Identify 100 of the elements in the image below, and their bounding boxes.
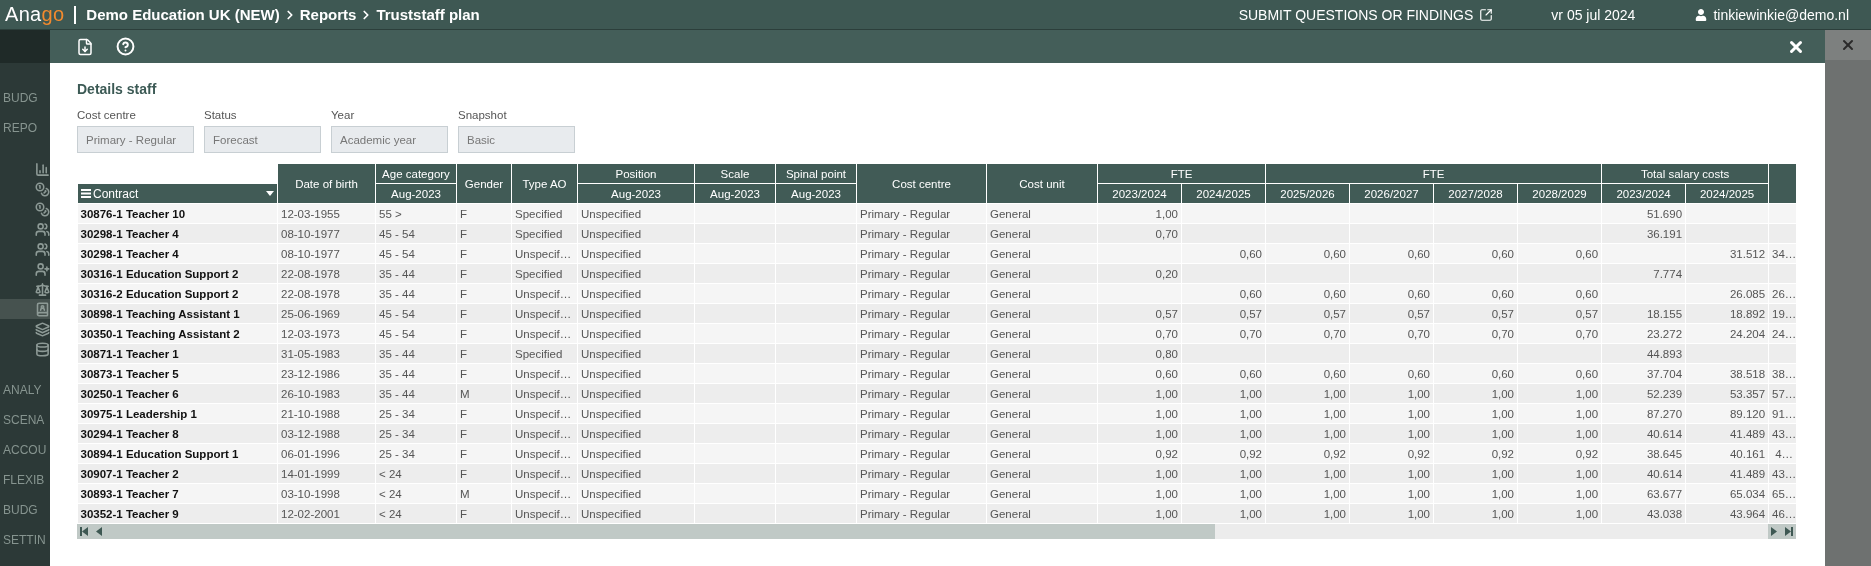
caret-icon[interactable] xyxy=(266,191,274,196)
table-cell: 43.964 xyxy=(1729,507,1766,520)
table-cell: 1,00 xyxy=(1155,487,1178,500)
download-button[interactable] xyxy=(76,37,94,56)
help-button[interactable] xyxy=(116,37,135,56)
skip-right-icon xyxy=(1784,527,1794,536)
table-cell: 1,00 xyxy=(1575,407,1599,420)
table-cell: < 24 xyxy=(379,507,402,520)
table-cell: 0,60 xyxy=(1323,367,1346,380)
table-cell: 1,00 xyxy=(1155,467,1178,480)
sidebar-item[interactable]: BUDG xyxy=(0,83,50,113)
close-button[interactable] xyxy=(1825,30,1871,60)
scroll-last-button[interactable] xyxy=(1782,524,1796,539)
breadcrumb-item[interactable]: Demo Education UK (NEW) xyxy=(86,6,280,23)
table-cell: Unspecif… xyxy=(515,287,572,300)
breadcrumb-item: Truststaff plan xyxy=(376,6,480,23)
logo[interactable]: Anago xyxy=(0,3,73,26)
table-cell: Primary - Regular xyxy=(860,407,951,420)
table-cell: 1,00 xyxy=(1575,467,1599,480)
table-cell: 1,00 xyxy=(1491,407,1514,420)
table-cell: 0,60 xyxy=(1575,247,1599,260)
table-cell: 26.085 xyxy=(1729,287,1766,300)
table-cell: Unspecified xyxy=(581,507,642,520)
user-name[interactable]: tinkiewinkie@demo.nl xyxy=(1713,6,1849,23)
table-cell: Primary - Regular xyxy=(860,367,951,380)
horizontal-scrollbar[interactable] xyxy=(77,524,1796,539)
table-cell: 0,92 xyxy=(1491,447,1514,460)
table-cell: Primary - Regular xyxy=(860,387,951,400)
table-cell: F xyxy=(460,267,468,280)
table-cell: 34… xyxy=(1772,247,1797,260)
column-header: Gender xyxy=(456,163,512,204)
column-header: Scale xyxy=(694,163,776,184)
table-cell: General xyxy=(990,327,1031,340)
table-cell: 18.892 xyxy=(1729,307,1766,320)
scroll-left-button[interactable] xyxy=(91,524,105,539)
sidebar-item[interactable]: ANALY xyxy=(0,375,50,405)
close-icon xyxy=(1840,37,1856,53)
sidebar-item[interactable]: REPO xyxy=(0,113,50,143)
table-cell: 30907-1 Teacher 2 xyxy=(80,467,179,480)
table-cell: 89.120 xyxy=(1729,407,1766,420)
table-cell: Unspecified xyxy=(581,227,642,240)
table-cell: Primary - Regular xyxy=(860,327,951,340)
table-cell: 25-06-1969 xyxy=(281,307,340,320)
table-cell: 25 - 34 xyxy=(379,427,415,440)
filter-label: Status xyxy=(204,109,238,121)
sidebar-icon xyxy=(35,301,50,317)
sidebar-item[interactable]: BUDG xyxy=(0,495,50,525)
table-cell: 08-10-1977 xyxy=(281,247,340,260)
table-cell: General xyxy=(990,387,1031,400)
table-cell: General xyxy=(990,427,1031,440)
sidebar-item[interactable]: ACCOU xyxy=(0,435,50,465)
table-cell: General xyxy=(990,227,1031,240)
table-cell: 0,57 xyxy=(1323,307,1346,320)
sidebar-item[interactable]: SCENA xyxy=(0,405,50,435)
table-cell: Primary - Regular xyxy=(860,347,951,360)
table-cell: F xyxy=(460,327,468,340)
table-cell: Unspecif… xyxy=(515,367,572,380)
table-cell: Unspecified xyxy=(581,347,642,360)
table-cell: F xyxy=(460,407,468,420)
column-header[interactable]: Contract xyxy=(77,183,278,204)
table-cell: 26-10-1983 xyxy=(281,387,340,400)
table-cell: Unspecif… xyxy=(515,407,572,420)
table-cell: General xyxy=(990,287,1031,300)
table-cell: 1,00 xyxy=(1323,487,1346,500)
table-cell: Primary - Regular xyxy=(860,467,951,480)
table-cell: 0,20 xyxy=(1155,267,1178,280)
table-cell: 57… xyxy=(1772,387,1797,400)
table-cell: 30975-1 Leadership 1 xyxy=(80,407,197,420)
column-header: Cost centre xyxy=(856,163,987,204)
table-cell: 1,00 xyxy=(1323,387,1346,400)
table-cell: 35 - 44 xyxy=(379,387,415,400)
table-cell: 43… xyxy=(1772,467,1797,480)
table-cell: F xyxy=(460,307,468,320)
table-cell: Specified xyxy=(515,207,563,220)
table-cell: Primary - Regular xyxy=(860,227,951,240)
table-cell: 24… xyxy=(1772,327,1797,340)
table-cell: 4… xyxy=(1775,447,1794,460)
sidebar-icon-button[interactable] xyxy=(0,299,50,319)
table-cell: 0,92 xyxy=(1575,447,1599,460)
table-cell: 1,00 xyxy=(1155,427,1178,440)
table-cell: 1,00 xyxy=(1239,387,1262,400)
table-cell: < 24 xyxy=(379,467,402,480)
table-cell: 0,60 xyxy=(1323,287,1346,300)
table-cell: 0,70 xyxy=(1155,327,1178,340)
scroll-first-button[interactable] xyxy=(77,524,91,539)
scrollbar-thumb[interactable] xyxy=(105,524,1215,539)
table-cell: 0,57 xyxy=(1407,307,1430,320)
table-cell: 1,00 xyxy=(1323,507,1346,520)
scroll-right-button[interactable] xyxy=(1768,524,1782,539)
table-cell: 63.677 xyxy=(1646,487,1683,500)
table-cell: 0,60 xyxy=(1407,367,1430,380)
table-cell: 0,92 xyxy=(1407,447,1430,460)
sidebar-item[interactable]: FLEXIB xyxy=(0,465,50,495)
table-cell: 45 - 54 xyxy=(379,227,415,240)
sidebar-item[interactable]: SETTIN xyxy=(0,525,50,555)
breadcrumb-item[interactable]: Reports xyxy=(299,6,357,23)
table-cell: 0,92 xyxy=(1155,447,1178,460)
table-cell: Unspecified xyxy=(581,387,642,400)
table-cell: 40.614 xyxy=(1646,467,1683,480)
table-cell: 35 - 44 xyxy=(379,287,415,300)
